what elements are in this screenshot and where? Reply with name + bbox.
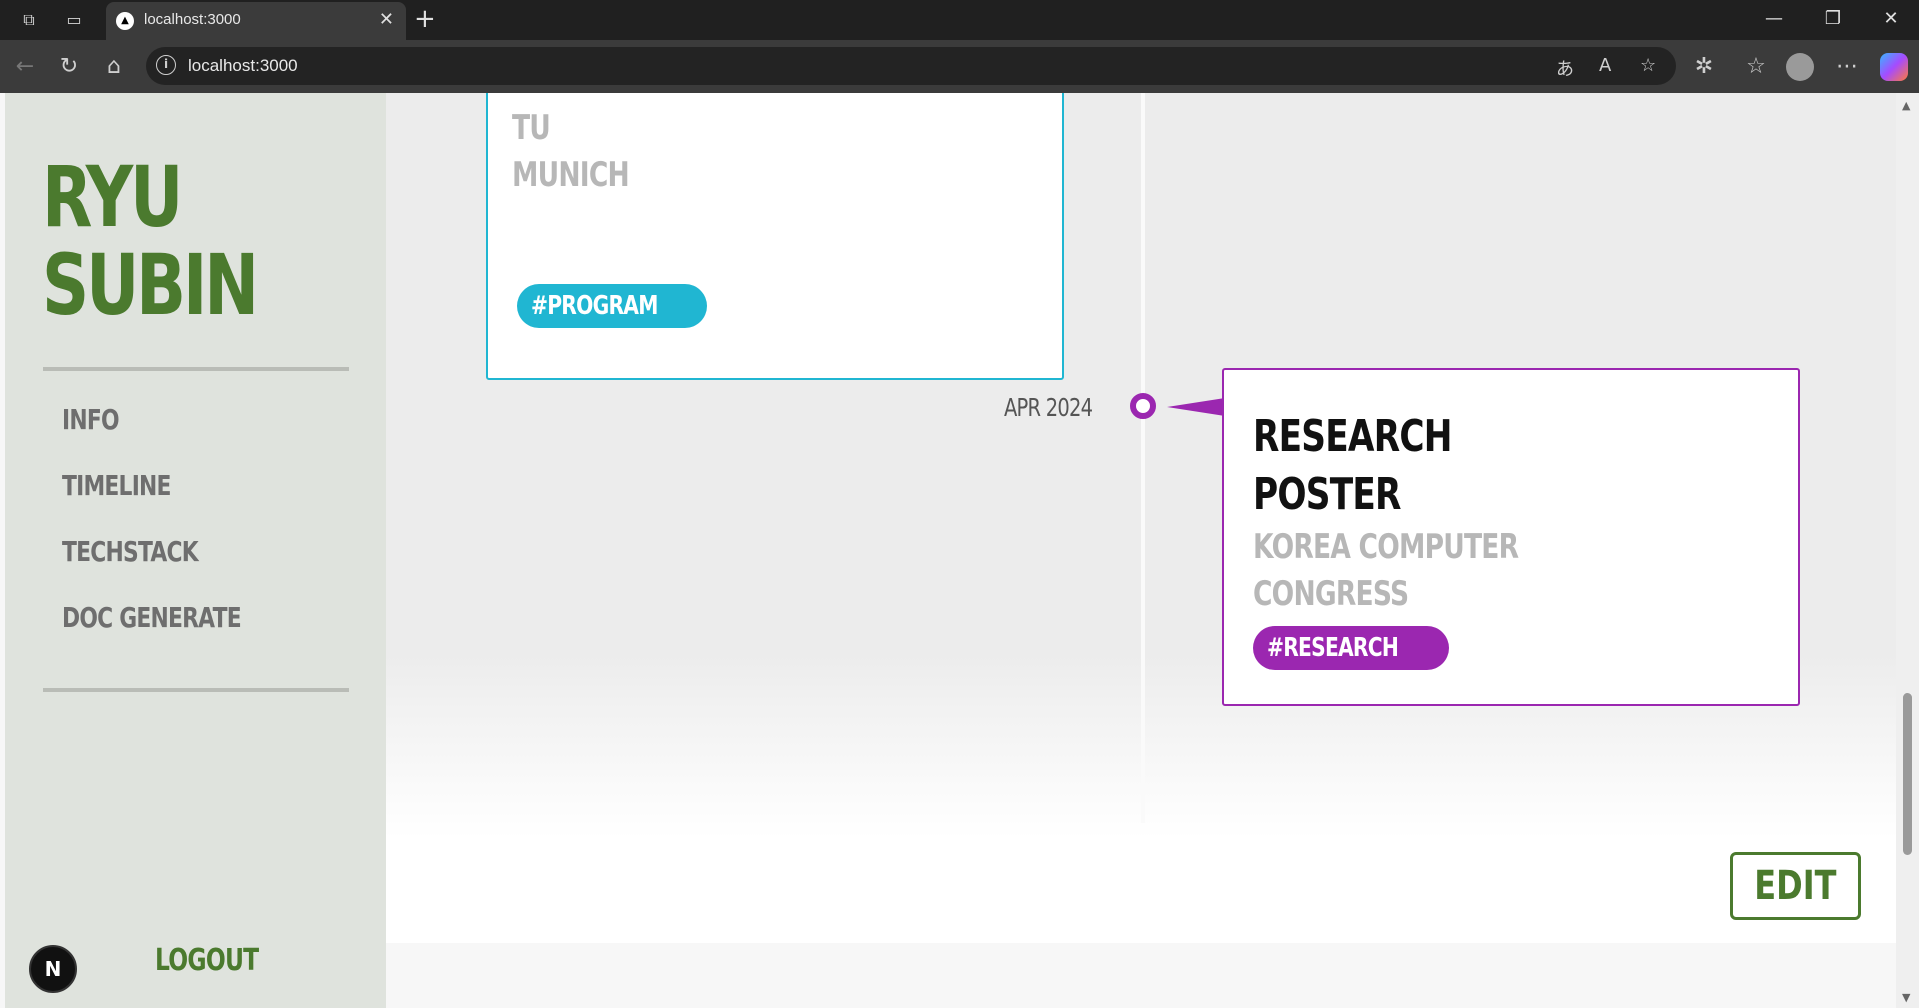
workspaces-icon[interactable]: ⧉ [18,10,40,30]
page-content: RYU SUBIN INFO TIMELINE TECHSTACK DOC GE… [5,93,1896,1008]
timeline-line [1141,93,1145,823]
card-title: POSTER [1253,469,1401,520]
timeline-date: APR 2024 [1004,393,1093,422]
browser-toolbar: ← ↻ ⌂ i localhost:3000 あ A ☆ ✲ ☆ ⋯ [0,40,1919,93]
sidebar-item-info[interactable]: INFO [62,403,241,469]
divider [43,367,349,371]
site-info-icon[interactable]: i [156,55,176,75]
logo: RYU SUBIN [42,148,259,334]
tab-title: localhost:3000 [144,11,241,28]
translate-icon[interactable]: あ [1556,55,1574,81]
restore-icon[interactable]: ❐ [1813,8,1853,29]
copilot-icon[interactable] [1880,53,1908,81]
close-window-icon[interactable]: ✕ [1871,8,1911,29]
scroll-down-icon[interactable]: ▼ [1902,991,1910,1004]
scrollbar-thumb[interactable] [1903,693,1912,855]
timeline-card[interactable]: RESEARCH POSTER KOREA COMPUTER CONGRESS … [1222,368,1800,706]
close-tab-icon[interactable]: ✕ [379,9,394,30]
tag-badge[interactable]: #PROGRAM [517,284,708,328]
address-bar[interactable]: i localhost:3000 あ A ☆ [146,47,1676,85]
sidebar-item-timeline[interactable]: TIMELINE [62,469,241,535]
edit-button[interactable]: EDIT [1730,852,1861,920]
sidebar-nav: INFO TIMELINE TECHSTACK DOC GENERATE [62,403,291,667]
profile-icon[interactable] [1786,53,1814,81]
page-scrollbar[interactable]: ▲ ▼ [1896,93,1919,1008]
sidebar-item-doc-generate[interactable]: DOC GENERATE [62,601,242,667]
nextjs-dev-badge[interactable]: N [29,945,77,993]
reload-icon[interactable]: ↻ [56,54,82,80]
sidebar-item-techstack[interactable]: TECHSTACK [62,535,241,601]
tab-favicon-icon: ▲ [116,12,134,30]
minimize-icon[interactable]: — [1754,8,1794,29]
card-subtitle: TU [512,108,551,148]
favorite-icon[interactable]: ☆ [1640,55,1656,76]
tag-badge[interactable]: #RESEARCH [1253,626,1450,670]
scroll-up-icon[interactable]: ▲ [1902,99,1910,112]
browser-tab[interactable]: ▲ localhost:3000 ✕ [106,2,406,40]
card-title: RESEARCH [1253,411,1452,462]
card-subtitle: MUNICH [512,155,630,195]
logout-button[interactable]: LOGOUT [155,943,259,978]
tab-actions-icon[interactable]: ▭ [63,10,85,30]
favorites-icon[interactable]: ☆ [1743,54,1769,80]
card-subtitle: CONGRESS [1253,574,1409,614]
divider [43,688,349,692]
new-tab-icon[interactable]: + [414,5,436,33]
card-subtitle: KOREA COMPUTER [1253,527,1519,567]
more-icon[interactable]: ⋯ [1834,54,1860,80]
logo-line-2: SUBIN [42,236,259,334]
extensions-icon[interactable]: ✲ [1691,54,1717,80]
timeline-card[interactable]: TU MUNICH #PROGRAM [486,93,1064,380]
sidebar: RYU SUBIN INFO TIMELINE TECHSTACK DOC GE… [5,93,386,1008]
home-icon[interactable]: ⌂ [101,54,127,80]
card-pointer [1167,398,1225,416]
read-aloud-icon[interactable]: A [1599,55,1611,76]
logo-line-1: RYU [42,148,183,246]
browser-tab-bar: ⧉ ▭ ▲ localhost:3000 ✕ + — ❐ ✕ [0,0,1919,40]
timeline-area: TU MUNICH #PROGRAM APR 2024 RESEARCH POS… [386,93,1896,1008]
back-icon[interactable]: ← [12,54,38,80]
url-text[interactable]: localhost:3000 [188,56,298,76]
timeline-dot [1130,393,1156,419]
